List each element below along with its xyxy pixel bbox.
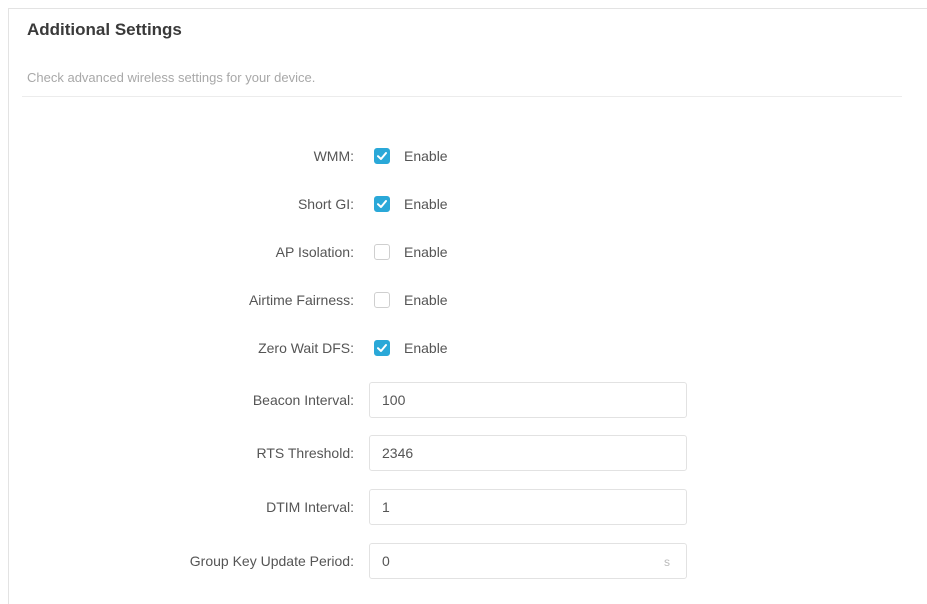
beacon-interval-label: Beacon Interval: — [252, 392, 354, 408]
airtime-fairness-enable-text[interactable]: Enable — [404, 292, 448, 308]
ap-isolation-label: AP Isolation: — [275, 244, 354, 260]
beacon-interval-input[interactable] — [369, 382, 687, 418]
checkbox-checked-icon[interactable] — [374, 340, 390, 356]
dtim-interval-input[interactable] — [369, 489, 687, 525]
rts-threshold-input[interactable] — [369, 435, 687, 471]
ap-isolation-checkbox[interactable]: Enable — [374, 240, 448, 264]
airtime-fairness-checkbox[interactable]: Enable — [374, 288, 448, 312]
wmm-enable-text[interactable]: Enable — [404, 148, 448, 164]
divider — [22, 96, 902, 97]
wmm-label: WMM: — [313, 148, 354, 164]
zero-wait-dfs-enable-text[interactable]: Enable — [404, 340, 448, 356]
ap-isolation-enable-text[interactable]: Enable — [404, 244, 448, 260]
section-title: Additional Settings — [27, 20, 182, 39]
dtim-interval-label: DTIM Interval: — [266, 499, 354, 515]
wmm-checkbox[interactable]: Enable — [374, 144, 448, 168]
section-subtitle: Check advanced wireless settings for you… — [27, 70, 316, 85]
checkbox-unchecked-icon[interactable] — [374, 244, 390, 260]
short-gi-enable-text[interactable]: Enable — [404, 196, 448, 212]
zero-wait-dfs-checkbox[interactable]: Enable — [374, 336, 448, 360]
group-key-update-period-input[interactable] — [369, 543, 687, 579]
checkbox-unchecked-icon[interactable] — [374, 292, 390, 308]
checkbox-checked-icon[interactable] — [374, 148, 390, 164]
airtime-fairness-label: Airtime Fairness: — [248, 292, 354, 308]
zero-wait-dfs-label: Zero Wait DFS: — [258, 340, 354, 356]
rts-threshold-label: RTS Threshold: — [256, 445, 354, 461]
short-gi-label: Short GI: — [297, 196, 354, 212]
short-gi-checkbox[interactable]: Enable — [374, 192, 448, 216]
seconds-unit: s — [664, 555, 670, 569]
checkbox-checked-icon[interactable] — [374, 196, 390, 212]
group-key-update-period-label: Group Key Update Period: — [189, 553, 354, 569]
